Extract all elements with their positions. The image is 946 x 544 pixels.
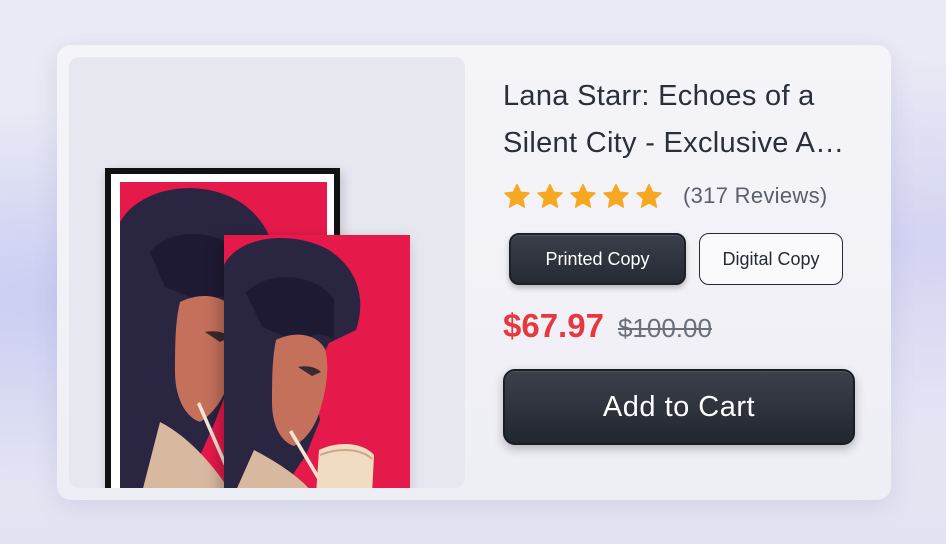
star-icon	[569, 183, 597, 210]
reviews-count-link[interactable]: (317 Reviews)	[683, 183, 828, 209]
price-row: $67.97 $100.00	[503, 307, 863, 347]
product-image-panel	[69, 57, 465, 488]
digital-copy-button[interactable]: Digital Copy	[699, 233, 843, 285]
portrait-artwork-front	[224, 235, 410, 488]
format-options: Printed Copy Digital Copy	[509, 233, 863, 285]
add-to-cart-button[interactable]: Add to Cart	[503, 369, 855, 445]
product-title[interactable]: Lana Starr: Echoes of a Silent City - Ex…	[503, 73, 853, 167]
star-icon	[536, 183, 564, 210]
unframed-print-image[interactable]	[224, 235, 410, 488]
product-card: Lana Starr: Echoes of a Silent City - Ex…	[57, 45, 891, 500]
printed-copy-button[interactable]: Printed Copy	[509, 233, 686, 285]
product-info: Lana Starr: Echoes of a Silent City - Ex…	[503, 73, 863, 445]
star-icon	[635, 183, 663, 210]
rating-row: (317 Reviews)	[503, 179, 863, 213]
sale-price: $67.97	[503, 307, 604, 344]
star-icon	[602, 183, 630, 210]
star-rating	[503, 183, 663, 210]
original-price: $100.00	[617, 313, 712, 343]
star-icon	[503, 183, 531, 210]
